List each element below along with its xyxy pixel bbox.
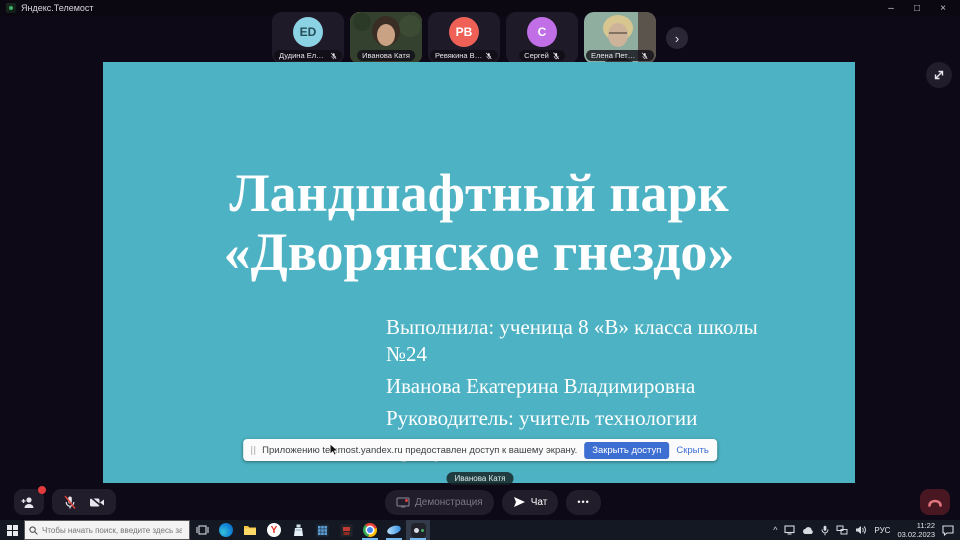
task-view-button[interactable] — [190, 520, 214, 540]
avatar: РВ — [449, 17, 479, 47]
camera-off-button[interactable] — [89, 496, 105, 509]
mic-muted-icon — [485, 52, 493, 60]
participant-tile-ivanova[interactable]: Иванова Катя — [350, 12, 422, 64]
phone-hangup-icon — [927, 497, 943, 507]
participants-strip: ED Дудина Елен... Иванова — [0, 12, 960, 64]
participant-tile-revyakina[interactable]: РВ Ревякина Ва... — [428, 12, 500, 64]
call-controls-right — [920, 489, 950, 515]
presenter-name-badge: Иванова Катя — [447, 472, 514, 485]
avatar: С — [527, 17, 557, 47]
mic-muted-icon — [330, 52, 337, 60]
search-input[interactable] — [42, 526, 182, 535]
telemost-taskbar-icon — [411, 523, 426, 538]
taskbar-app-dark-red[interactable] — [334, 520, 358, 540]
call-controls-center: Демонстрация Чат ••• — [385, 489, 601, 515]
participant-tile-dudina[interactable]: ED Дудина Елен... — [272, 12, 344, 64]
grid-app-icon — [316, 524, 329, 537]
chat-icon — [513, 496, 526, 508]
notification-dot — [38, 486, 46, 494]
share-banner-text: Приложению telemost.yandex.ru предоставл… — [262, 445, 577, 456]
participant-label: Дудина Елен... — [274, 50, 342, 61]
next-participants-button[interactable]: › — [666, 27, 688, 49]
mouse-cursor — [329, 443, 339, 456]
search-icon — [29, 526, 38, 535]
taskbar-app-blue[interactable] — [382, 520, 406, 540]
more-dots-icon: ••• — [577, 497, 589, 507]
windows-taskbar: Y — [0, 520, 960, 540]
participant-label: Сергей — [519, 50, 565, 61]
mic-muted-icon — [641, 52, 649, 60]
yandex-browser-icon: Y — [267, 523, 281, 537]
edge-icon — [219, 523, 233, 537]
hang-up-button[interactable] — [920, 489, 950, 515]
telemost-window: Яндекс.Телемост – □ × ED Дудина Елен... — [0, 0, 960, 540]
language-indicator[interactable]: РУС — [874, 526, 890, 535]
stop-sharing-button[interactable]: Закрыть доступ — [584, 442, 669, 459]
expand-icon — [932, 68, 946, 82]
clock-date: 03.02.2023 — [897, 530, 935, 539]
share-screen-button[interactable]: Демонстрация — [385, 490, 494, 515]
dark-red-app-icon — [340, 524, 353, 537]
participant-label: Елена Петру... — [586, 50, 654, 61]
taskbar-chrome[interactable] — [358, 520, 382, 540]
action-center-icon[interactable] — [942, 525, 954, 536]
taskbar-app-grid[interactable] — [310, 520, 334, 540]
chrome-icon — [363, 523, 377, 537]
avatar-initials: С — [538, 25, 547, 39]
drag-handle-icon[interactable] — [251, 446, 255, 455]
clock-time: 11:22 — [897, 521, 935, 530]
avatar-initials: РВ — [456, 25, 473, 39]
chevron-right-icon: › — [675, 31, 679, 46]
participant-label: Иванова Катя — [357, 50, 415, 61]
participant-label: Ревякина Ва... — [430, 50, 498, 61]
taskbar-explorer[interactable] — [238, 520, 262, 540]
screen-share-icon — [396, 497, 410, 508]
taskbar-telemost[interactable] — [406, 520, 430, 540]
cloud-tray-icon[interactable] — [802, 526, 814, 535]
add-participant-button[interactable] — [14, 489, 44, 515]
windows-logo-icon — [7, 525, 18, 536]
taskbar-clock[interactable]: 11:22 03.02.2023 — [897, 521, 935, 540]
taskbar-app-light[interactable] — [286, 520, 310, 540]
taskbar-yandex-browser[interactable]: Y — [262, 520, 286, 540]
folder-icon — [243, 524, 257, 536]
more-options-button[interactable]: ••• — [566, 490, 600, 515]
avatar: ED — [293, 17, 323, 47]
system-tray: ^ РУС 11:22 03.02.20 — [773, 521, 960, 540]
display-tray-icon[interactable] — [784, 525, 795, 535]
screen-share-banner: Приложению telemost.yandex.ru предоставл… — [243, 439, 717, 461]
shared-screen-slide: Ландшафтный парк «Дворянское гнездо» Вып… — [103, 62, 855, 483]
mic-off-button[interactable] — [63, 495, 77, 510]
tray-expand-button[interactable]: ^ — [773, 525, 777, 535]
start-button[interactable] — [0, 520, 24, 540]
avatar-initials: ED — [300, 25, 317, 39]
fullscreen-button[interactable] — [926, 62, 952, 88]
volume-tray-icon[interactable] — [855, 525, 867, 535]
participant-tile-elena[interactable]: Елена Петру... — [584, 12, 656, 64]
slide-title: Ландшафтный парк «Дворянское гнездо» — [103, 164, 855, 283]
mic-tray-icon[interactable] — [821, 525, 829, 536]
mic-muted-icon — [552, 52, 560, 60]
participant-tile-sergey[interactable]: С Сергей — [506, 12, 578, 64]
taskbar-search[interactable] — [24, 520, 190, 540]
app-icon — [293, 524, 304, 537]
taskbar-edge[interactable] — [214, 520, 238, 540]
task-view-icon — [196, 524, 209, 536]
call-controls-left — [14, 489, 116, 515]
blue-swoosh-icon — [386, 524, 402, 536]
chat-button[interactable]: Чат — [502, 490, 559, 515]
add-person-icon — [21, 495, 37, 509]
network-tray-icon[interactable] — [836, 525, 848, 535]
hide-banner-button[interactable]: Скрыть — [676, 445, 708, 456]
mic-camera-group — [52, 489, 116, 515]
